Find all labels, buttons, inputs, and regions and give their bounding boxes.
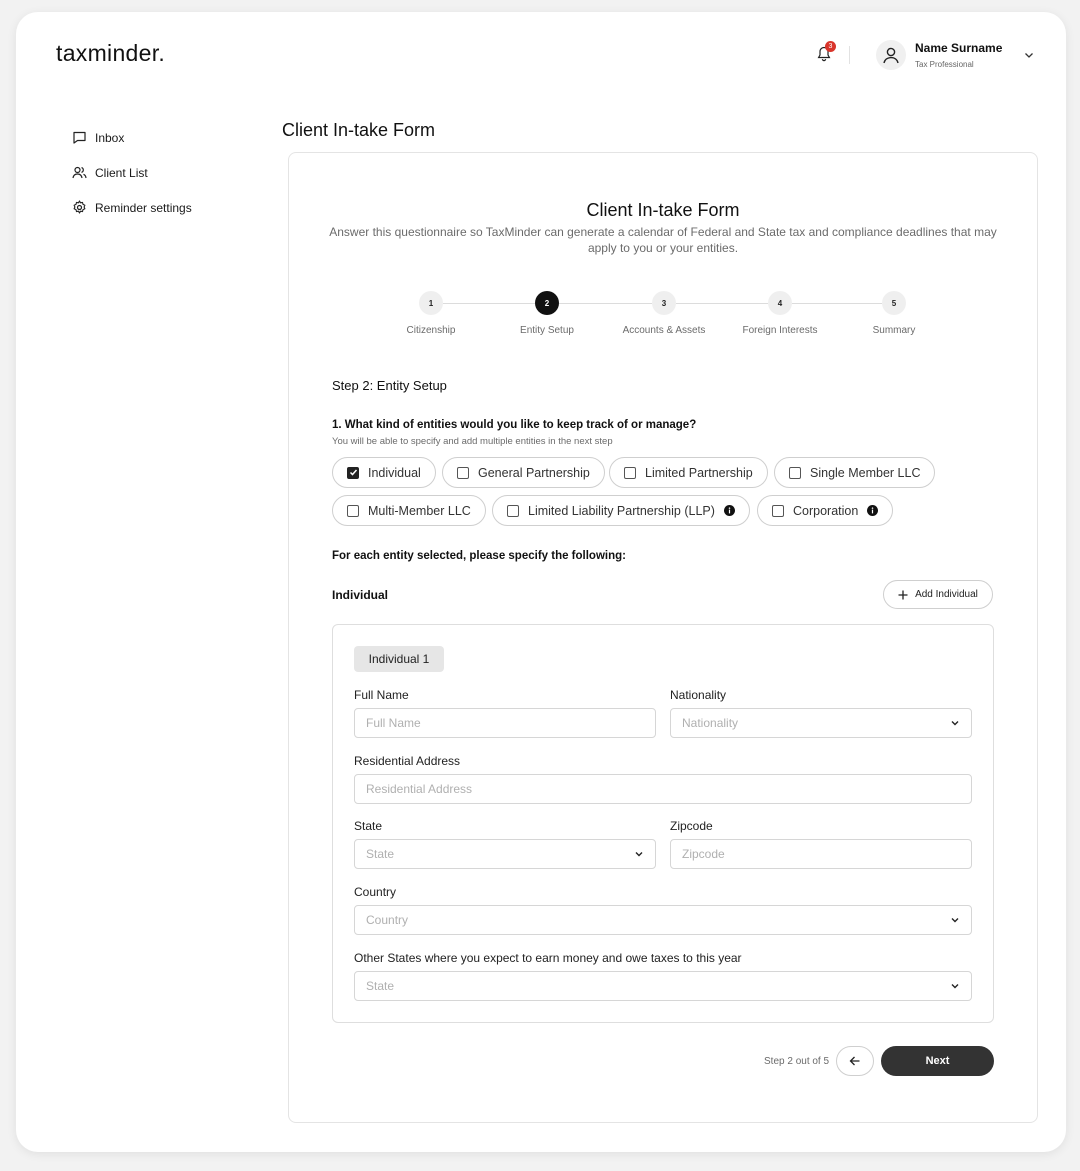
entity-option-llp[interactable]: Limited Liability Partnership (LLP): [492, 495, 750, 526]
entity-option-corporation[interactable]: Corporation: [757, 495, 894, 526]
intake-form-card: Client In-take Form Answer this question…: [288, 152, 1038, 1123]
entity-option-label: Corporation: [793, 503, 859, 518]
chevron-down-icon: [951, 721, 959, 726]
back-button[interactable]: [836, 1046, 874, 1076]
sidebar-item-label: Inbox: [95, 130, 125, 145]
each-entity-label: For each entity selected, please specify…: [332, 550, 626, 562]
sidebar-item-label: Reminder settings: [95, 200, 192, 215]
step-label: Foreign Interests: [742, 325, 818, 336]
add-individual-button[interactable]: Add Individual: [883, 580, 993, 609]
step-progress-text: Step 2 out of 5: [764, 1056, 830, 1067]
nationality-placeholder: Nationality: [682, 716, 739, 730]
entity-option-label: Multi-Member LLC: [368, 503, 471, 518]
entity-option-individual[interactable]: Individual: [332, 457, 436, 488]
step-connector: [676, 303, 768, 304]
info-icon[interactable]: [723, 505, 735, 516]
entity-option-label: General Partnership: [478, 465, 590, 480]
user-role: Tax Professional: [915, 60, 974, 69]
other-states-placeholder: State: [366, 979, 395, 993]
checkbox[interactable]: [347, 504, 359, 517]
chevron-down-icon[interactable]: [1023, 49, 1035, 61]
chevron-down-icon: [951, 918, 959, 923]
info-icon[interactable]: [867, 505, 879, 516]
step-5[interactable]: 5: [882, 291, 906, 315]
individual-section-label: Individual: [332, 588, 389, 602]
address-label: Residential Address: [354, 754, 461, 768]
step-3[interactable]: 3: [652, 291, 676, 315]
entity-option-label: Individual: [368, 465, 421, 480]
form-title: Client In-take Form: [586, 200, 740, 220]
entity-option-label: Single Member LLC: [810, 465, 921, 480]
step-label: Citizenship: [406, 325, 456, 336]
arrow-left-icon: [849, 1056, 860, 1066]
add-individual-label: Add Individual: [915, 589, 978, 600]
user-icon: [883, 47, 899, 64]
checkbox[interactable]: [772, 504, 784, 517]
entity-option-multi-member-llc[interactable]: Multi-Member LLC: [332, 495, 486, 526]
step-label: Accounts & Assets: [622, 325, 706, 336]
step-connector: [559, 303, 652, 304]
state-select[interactable]: State: [354, 839, 656, 869]
chevron-down-icon: [635, 852, 643, 857]
message-icon: [73, 131, 86, 144]
sidebar: Inbox Client List Reminder settings: [72, 120, 272, 225]
state-label: State: [354, 819, 383, 833]
entity-option-limited-partnership[interactable]: Limited Partnership: [609, 457, 768, 488]
entity-option-general-partnership[interactable]: General Partnership: [442, 457, 605, 488]
checkbox[interactable]: [624, 466, 636, 479]
gear-icon: [73, 200, 86, 214]
sidebar-item-inbox[interactable]: Inbox: [72, 120, 272, 155]
nationality-label: Nationality: [670, 688, 727, 702]
users-icon: [72, 166, 87, 179]
sidebar-item-reminder-settings[interactable]: Reminder settings: [72, 190, 272, 225]
notification-button[interactable]: 3: [816, 41, 836, 63]
question-label: 1. What kind of entities would you like …: [332, 419, 697, 431]
question-hint: You will be able to specify and add mult…: [332, 436, 613, 447]
checkbox[interactable]: [507, 504, 519, 517]
entity-option-label: Limited Partnership: [645, 465, 753, 480]
sidebar-item-client-list[interactable]: Client List: [72, 155, 272, 190]
next-button[interactable]: Next: [881, 1046, 994, 1076]
country-placeholder: Country: [366, 913, 409, 927]
app-logo: taxminder.: [56, 40, 166, 66]
step-label: Summary: [872, 325, 916, 336]
checkbox[interactable]: [457, 466, 469, 479]
step-heading: Step 2: Entity Setup: [332, 378, 447, 393]
other-states-select[interactable]: State: [354, 971, 972, 1001]
zipcode-input[interactable]: [670, 839, 972, 869]
entity-option-label: Limited Liability Partnership (LLP): [528, 503, 715, 518]
nationality-select[interactable]: Nationality: [670, 708, 972, 738]
step-connector: [792, 303, 882, 304]
user-name: Name Surname: [915, 41, 1003, 55]
chevron-down-icon: [951, 984, 959, 989]
state-placeholder: State: [366, 847, 395, 861]
step-2[interactable]: 2: [535, 291, 559, 315]
country-label: Country: [354, 885, 397, 899]
step-connector: [443, 303, 535, 304]
entity-option-single-member-llc[interactable]: Single Member LLC: [774, 457, 936, 488]
address-input[interactable]: [354, 774, 972, 804]
tab-individual-1[interactable]: Individual 1: [354, 646, 444, 672]
check-icon: [349, 469, 357, 476]
form-subtitle: Answer this questionnaire so TaxMinder c…: [329, 225, 997, 255]
step-1[interactable]: 1: [419, 291, 443, 315]
step-4[interactable]: 4: [768, 291, 792, 315]
notification-badge: 3: [825, 41, 836, 52]
full-name-input[interactable]: [354, 708, 656, 738]
avatar[interactable]: [876, 40, 906, 70]
full-name-label: Full Name: [354, 688, 409, 702]
plus-icon: [898, 590, 908, 599]
app-window: taxminder. 3 Name Surname Tax Profession…: [16, 12, 1066, 1152]
other-states-label: Other States where you expect to earn mo…: [354, 951, 742, 965]
country-select[interactable]: Country: [354, 905, 972, 935]
header-divider: [849, 46, 850, 64]
stepper: 1 2 3 4 5 Citizenship Entity Setup Accou…: [289, 291, 1037, 341]
step-label: Entity Setup: [520, 325, 574, 336]
checkbox[interactable]: [789, 466, 801, 479]
checkbox-checked[interactable]: [347, 466, 359, 479]
page-title: Client In-take Form: [282, 120, 436, 140]
individual-panel: Individual 1 Full Name Nationality Natio…: [332, 624, 994, 1023]
zipcode-label: Zipcode: [670, 819, 713, 833]
sidebar-item-label: Client List: [95, 165, 148, 180]
